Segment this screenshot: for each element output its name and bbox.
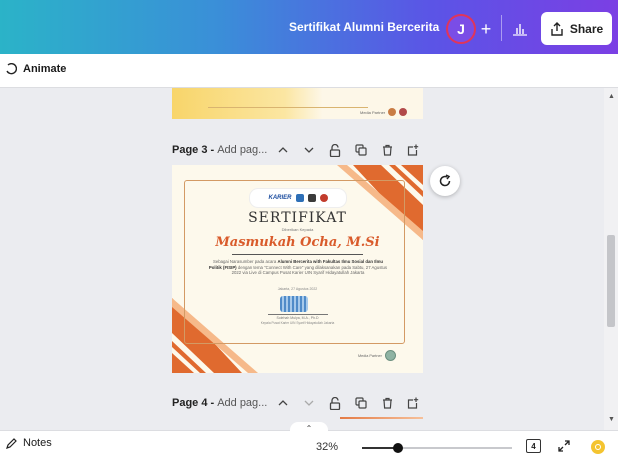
page-4-label: Page 4 - [172, 397, 215, 409]
signature-stamp [280, 296, 308, 312]
scrollbar-thumb[interactable] [607, 235, 615, 327]
share-label: Share [569, 21, 604, 36]
page-4-header: Page 4 - Add pag... [172, 393, 424, 413]
move-page-up-button[interactable] [274, 141, 292, 159]
media-partner-footer: Media Partner [358, 350, 396, 361]
media-partner-text: Media Partner [358, 353, 382, 358]
chevron-up-icon: ⌃ [305, 423, 313, 433]
page-3-label: Page 3 - [172, 144, 215, 156]
certificate-subtitle: Diberikan Kepada [281, 227, 314, 232]
scroll-up-arrow-icon[interactable]: ▲ [608, 93, 615, 100]
duplicate-icon [355, 144, 367, 156]
body-bold-1: Alumni Bercerita with Fakultas [277, 259, 341, 264]
trash-icon [382, 397, 392, 409]
logo-strip: KARIER [250, 189, 346, 207]
plus-icon: + [480, 18, 492, 39]
add-page-button[interactable] [404, 394, 422, 412]
share-button[interactable]: Share [541, 12, 612, 45]
header-divider [501, 15, 502, 41]
zoom-percentage[interactable]: 32% [316, 441, 338, 453]
duplicate-page-button[interactable] [352, 394, 370, 412]
magic-refresh-button[interactable] [430, 166, 460, 196]
move-page-up-button[interactable] [274, 394, 292, 412]
body-line-2: dengan tema "Connect With Care" yang dil… [231, 264, 388, 276]
insights-button[interactable] [506, 14, 534, 44]
animate-button[interactable]: Animate [5, 63, 66, 75]
lock-page-button[interactable] [326, 394, 344, 412]
document-title[interactable]: Sertifikat Alumni Bercerita [289, 20, 439, 34]
media-partner-logo-2 [399, 108, 408, 116]
notes-button[interactable]: Notes [6, 437, 52, 449]
notes-icon [6, 437, 17, 449]
add-page-icon [407, 397, 419, 409]
invite-plus-button[interactable]: + [476, 14, 496, 44]
move-page-down-button[interactable] [300, 394, 318, 412]
certificate-body: Sebagai Narasumber pada acara Alumni Ber… [208, 259, 388, 276]
chevron-down-icon [304, 400, 314, 406]
signer-role: Kepala Pusat Karier UIN Syarif Hidayatul… [260, 321, 335, 325]
page-4-actions [274, 394, 422, 412]
help-button[interactable] [591, 440, 605, 454]
duplicate-page-button[interactable] [352, 141, 370, 159]
certificate-title: SERTIFIKAT [248, 210, 347, 226]
delete-page-button[interactable] [378, 394, 396, 412]
lock-icon [329, 143, 341, 157]
partner-logo [319, 194, 328, 202]
karier-logo: KARIER [268, 195, 292, 201]
trash-icon [382, 144, 392, 156]
certificate-date: Jakarta, 27 Agustus 2022 [277, 287, 318, 291]
collapse-pages-button[interactable]: ⌃ [290, 422, 328, 434]
chevron-down-icon [304, 147, 314, 153]
bar-chart-icon [513, 24, 527, 36]
recipient-name: Masmukah Ocha, M.Si [215, 235, 380, 250]
editor-toolbar: Animate [0, 54, 618, 88]
upload-icon [551, 21, 563, 36]
animate-label: Animate [23, 63, 67, 75]
page-2-footer-text: Media Partner [360, 109, 386, 115]
page-3-title-input[interactable]: Add pag... [217, 144, 267, 156]
signer-name: Solehah Mulya, M.A., Ph.D [276, 316, 319, 320]
user-avatar[interactable]: J [446, 14, 476, 44]
name-underline [232, 254, 363, 255]
avatar-initial: J [457, 21, 465, 37]
help-icon [595, 444, 601, 450]
zoom-slider[interactable] [362, 447, 512, 449]
header-bar: Sertifikat Alumni Bercerita J + Share [0, 0, 618, 54]
page-3-certificate[interactable]: KARIER SERTIFIKAT Diberikan Kepada Masmu… [172, 165, 423, 373]
page-2-thumbnail[interactable]: Media Partner [172, 88, 423, 119]
move-page-down-button[interactable] [300, 141, 318, 159]
editor-canvas[interactable]: Media Partner Page 3 - Add pag... KARIER… [0, 88, 604, 430]
signature-line [268, 314, 328, 315]
delete-page-button[interactable] [378, 141, 396, 159]
expand-icon [558, 440, 570, 452]
notes-label: Notes [23, 437, 52, 449]
page-count: 4 [531, 441, 536, 451]
page-count-button[interactable]: 4 [526, 439, 541, 453]
page-2-footer: Media Partner [360, 108, 408, 116]
page-4-top-edge [340, 417, 423, 419]
page-3-header: Page 3 - Add pag... [172, 140, 424, 160]
add-page-icon [407, 144, 419, 156]
lock-page-button[interactable] [326, 141, 344, 159]
university-logo [295, 194, 304, 202]
lock-icon [329, 396, 341, 410]
media-partner-logo [388, 108, 397, 116]
faculty-logo [307, 194, 316, 202]
add-page-button[interactable] [404, 141, 422, 159]
chevron-up-icon [278, 400, 288, 406]
vertical-scrollbar[interactable]: ▲ ▼ [604, 88, 618, 430]
scroll-down-arrow-icon[interactable]: ▼ [608, 416, 615, 423]
page-3-actions [274, 141, 422, 159]
animate-icon [6, 63, 17, 75]
body-line-1: Sebagai Narasumber pada acara [212, 259, 277, 264]
page-4-title-input[interactable]: Add pag... [217, 397, 267, 409]
refresh-icon [439, 174, 451, 187]
media-partner-logo [384, 350, 396, 361]
chevron-up-icon [278, 147, 288, 153]
page-2-frame-line [208, 105, 368, 108]
fullscreen-button[interactable] [556, 438, 572, 454]
duplicate-icon [355, 397, 367, 409]
zoom-slider-handle[interactable] [393, 443, 403, 453]
